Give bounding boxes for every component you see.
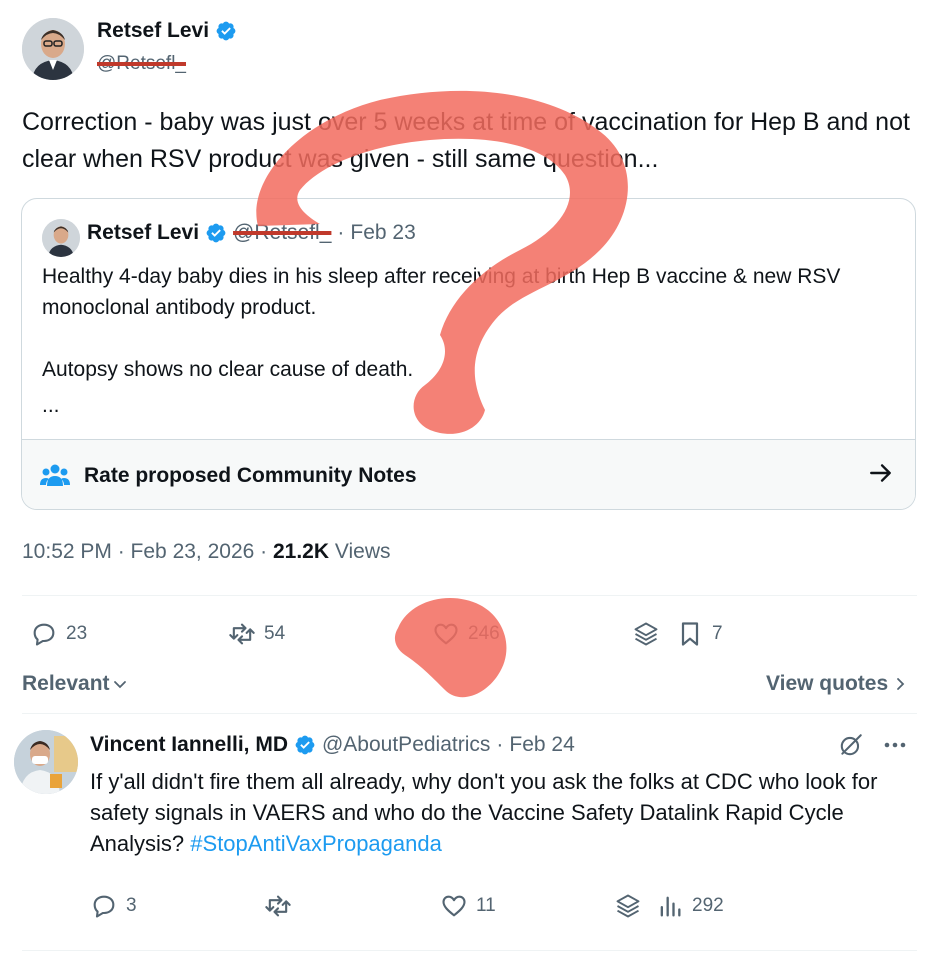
sort-label: Relevant [22, 672, 110, 695]
reply-count: 23 [66, 623, 88, 644]
divider [22, 713, 917, 714]
reply-author-avatar[interactable] [14, 730, 78, 794]
reply-reply-button[interactable]: 3 [90, 892, 137, 920]
quoted-paragraph-2: Autopsy shows no clear cause of death. [42, 358, 414, 381]
views-icon [660, 896, 681, 917]
arrow-right-icon[interactable] [868, 460, 894, 486]
bookmark-button[interactable]: 7 [676, 620, 723, 648]
reply-grok-button[interactable] [614, 892, 642, 920]
repost-count: 54 [264, 623, 286, 644]
grok-icon [634, 622, 658, 646]
quoted-tweet-header: Retsef Levi @Retsefl_ · Feb 23 [87, 221, 416, 245]
reply-like-count: 11 [476, 895, 496, 916]
quoted-author-name[interactable]: Retsef Levi [87, 221, 199, 245]
views-count: 21.2K [272, 540, 330, 563]
author-handle[interactable]: @Retsefl_ [97, 53, 186, 75]
quoted-tweet-card[interactable]: Retsef Levi @Retsefl_ · Feb 23 Healthy 4… [21, 198, 916, 510]
reply-icon [33, 623, 55, 646]
view-quotes-link[interactable]: View quotes [766, 672, 908, 696]
divider [22, 950, 917, 951]
community-notes-icon [40, 464, 70, 486]
reply-button[interactable]: 23 [30, 620, 87, 648]
quoted-paragraph-1: Healthy 4-day baby dies in his sleep aft… [42, 265, 841, 319]
quoted-author-avatar[interactable] [42, 219, 80, 257]
verified-icon [206, 223, 226, 243]
grok-icon[interactable] [838, 732, 864, 758]
views-label: Views [334, 540, 391, 563]
quoted-tweet-date[interactable]: Feb 23 [350, 221, 415, 245]
repost-icon [229, 623, 255, 645]
quoted-author-handle[interactable]: @Retsefl_ [233, 221, 331, 245]
grok-button[interactable] [632, 620, 660, 648]
tweet-meta: 10:52 PM · Feb 23, 2026 · 21.2K Views [22, 540, 391, 564]
verified-icon [295, 735, 315, 755]
bookmark-icon [681, 622, 699, 646]
verified-icon [216, 21, 236, 41]
reply-author-handle[interactable]: @AboutPediatrics [322, 733, 490, 757]
reply-views-button[interactable]: 292 [656, 892, 724, 920]
chevron-down-icon [113, 681, 126, 689]
separator-dot: · [496, 733, 504, 756]
hashtag-link[interactable]: #StopAntiVaxPropaganda [190, 831, 442, 856]
reply-text: If y'all didn't fire them all already, w… [90, 766, 890, 859]
reply-header: Vincent Iannelli, MD @AboutPediatrics · … [90, 733, 575, 757]
tweet-text: Correction - baby was just over 5 weeks … [22, 108, 910, 173]
reply-like-button[interactable]: 11 [440, 892, 496, 920]
reply-repost-button[interactable] [264, 892, 292, 920]
more-icon[interactable] [880, 734, 910, 756]
quoted-ellipsis: ... [42, 394, 60, 417]
author-avatar[interactable] [22, 18, 84, 80]
community-notes-label: Rate proposed Community Notes [84, 464, 417, 487]
reply-icon [93, 895, 115, 918]
like-button[interactable]: 246 [432, 620, 500, 648]
tweet-timestamp[interactable]: 10:52 PM · Feb 23, 2026 [22, 540, 254, 563]
like-icon [434, 623, 458, 645]
grok-icon [616, 894, 640, 918]
like-count: 246 [468, 623, 500, 644]
bookmark-count: 7 [712, 623, 723, 644]
author-name-row: Retsef Levi [97, 19, 237, 43]
reply-reply-count: 3 [126, 895, 137, 916]
like-icon [442, 895, 466, 917]
quoted-tweet-text: Healthy 4-day baby dies in his sleep aft… [42, 261, 892, 385]
community-notes-bar[interactable]: Rate proposed Community Notes [22, 439, 915, 509]
reply-views-count: 292 [692, 895, 724, 916]
reply-author-name[interactable]: Vincent Iannelli, MD [90, 733, 288, 757]
repost-button[interactable]: 54 [228, 620, 285, 648]
reply-date[interactable]: Feb 24 [509, 733, 574, 757]
repost-icon [265, 895, 291, 917]
divider [22, 595, 917, 596]
author-name[interactable]: Retsef Levi [97, 19, 209, 43]
separator-dot: · [337, 221, 345, 244]
separator-dot: · [260, 540, 273, 563]
chevron-right-icon [897, 678, 905, 690]
sort-dropdown[interactable]: Relevant [22, 672, 128, 696]
view-quotes-label: View quotes [766, 672, 889, 695]
